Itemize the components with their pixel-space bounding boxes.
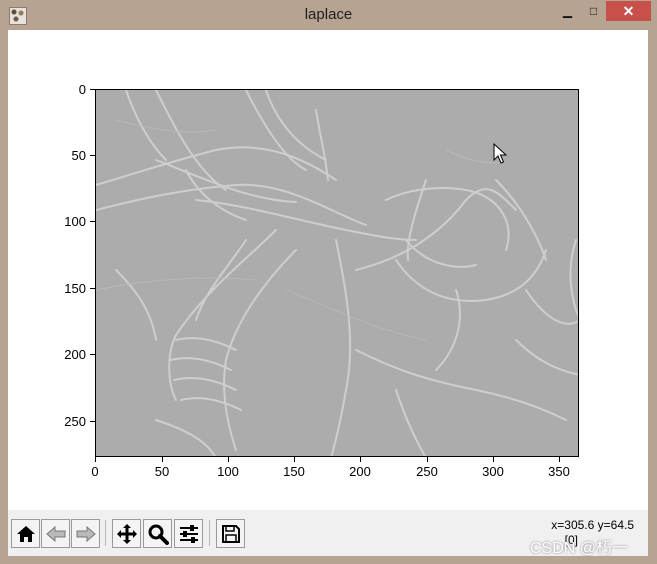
app-window: laplace ▁ □ ✕ 0 50 100 150 200 250 0 50 … <box>0 0 657 564</box>
search-icon <box>148 524 169 545</box>
x-tick-mark <box>95 457 96 462</box>
x-tick-mark <box>493 457 494 462</box>
zoom-button[interactable] <box>143 519 172 548</box>
x-tick-mark <box>360 457 361 462</box>
y-tick-label: 0 <box>78 82 86 97</box>
minimize-button[interactable]: ▁ <box>554 1 581 21</box>
x-tick-label: 150 <box>283 464 305 479</box>
close-button[interactable]: ✕ <box>606 1 651 21</box>
save-button[interactable] <box>216 519 245 548</box>
move-icon <box>116 523 137 544</box>
toolbar-separator <box>105 520 106 546</box>
y-tick-label: 50 <box>71 148 86 163</box>
forward-button[interactable] <box>71 519 100 548</box>
y-tick-mark <box>90 288 95 289</box>
y-tick-mark <box>90 89 95 90</box>
x-tick-label: 100 <box>217 464 239 479</box>
x-tick-mark <box>162 457 163 462</box>
x-tick-mark <box>294 457 295 462</box>
figure-canvas[interactable]: 0 50 100 150 200 250 0 50 100 150 200 25… <box>8 30 648 556</box>
floppy-icon <box>221 524 240 543</box>
y-tick-mark <box>90 221 95 222</box>
maximize-icon: □ <box>589 4 598 18</box>
title-bar[interactable]: laplace ▁ □ ✕ <box>0 0 657 30</box>
y-tick-mark <box>90 354 95 355</box>
sliders-icon <box>179 524 198 543</box>
toolbar-separator <box>209 520 210 546</box>
plot-area: 0 50 100 150 200 250 0 50 100 150 200 25… <box>8 30 648 510</box>
x-tick-mark <box>427 457 428 462</box>
y-tick-mark <box>90 421 95 422</box>
minimize-icon: ▁ <box>562 4 573 18</box>
mouse-cursor-icon <box>493 143 507 164</box>
y-tick-label: 200 <box>64 347 86 362</box>
cursor-coordinates: x=305.6 y=64.5 <box>551 518 634 532</box>
y-tick-mark <box>90 155 95 156</box>
x-tick-label: 300 <box>482 464 504 479</box>
arrow-right-icon <box>76 525 96 542</box>
x-tick-label: 0 <box>91 464 99 479</box>
x-tick-label: 200 <box>349 464 371 479</box>
home-icon <box>16 525 35 542</box>
y-tick-label: 150 <box>64 281 86 296</box>
watermark: CSDN @朽一 <box>530 540 629 557</box>
x-tick-mark <box>559 457 560 462</box>
y-tick-label: 250 <box>64 414 86 429</box>
y-tick-label: 100 <box>64 214 86 229</box>
configure-subplots-button[interactable] <box>174 519 203 548</box>
x-tick-label: 250 <box>416 464 438 479</box>
close-icon: ✕ <box>622 2 635 19</box>
back-button[interactable] <box>41 519 70 548</box>
pan-button[interactable] <box>112 519 141 548</box>
home-button[interactable] <box>11 519 40 548</box>
maximize-button[interactable]: □ <box>581 1 606 21</box>
x-tick-label: 350 <box>548 464 570 479</box>
x-tick-label: 50 <box>154 464 170 479</box>
x-tick-mark <box>228 457 229 462</box>
arrow-left-icon <box>45 525 65 542</box>
